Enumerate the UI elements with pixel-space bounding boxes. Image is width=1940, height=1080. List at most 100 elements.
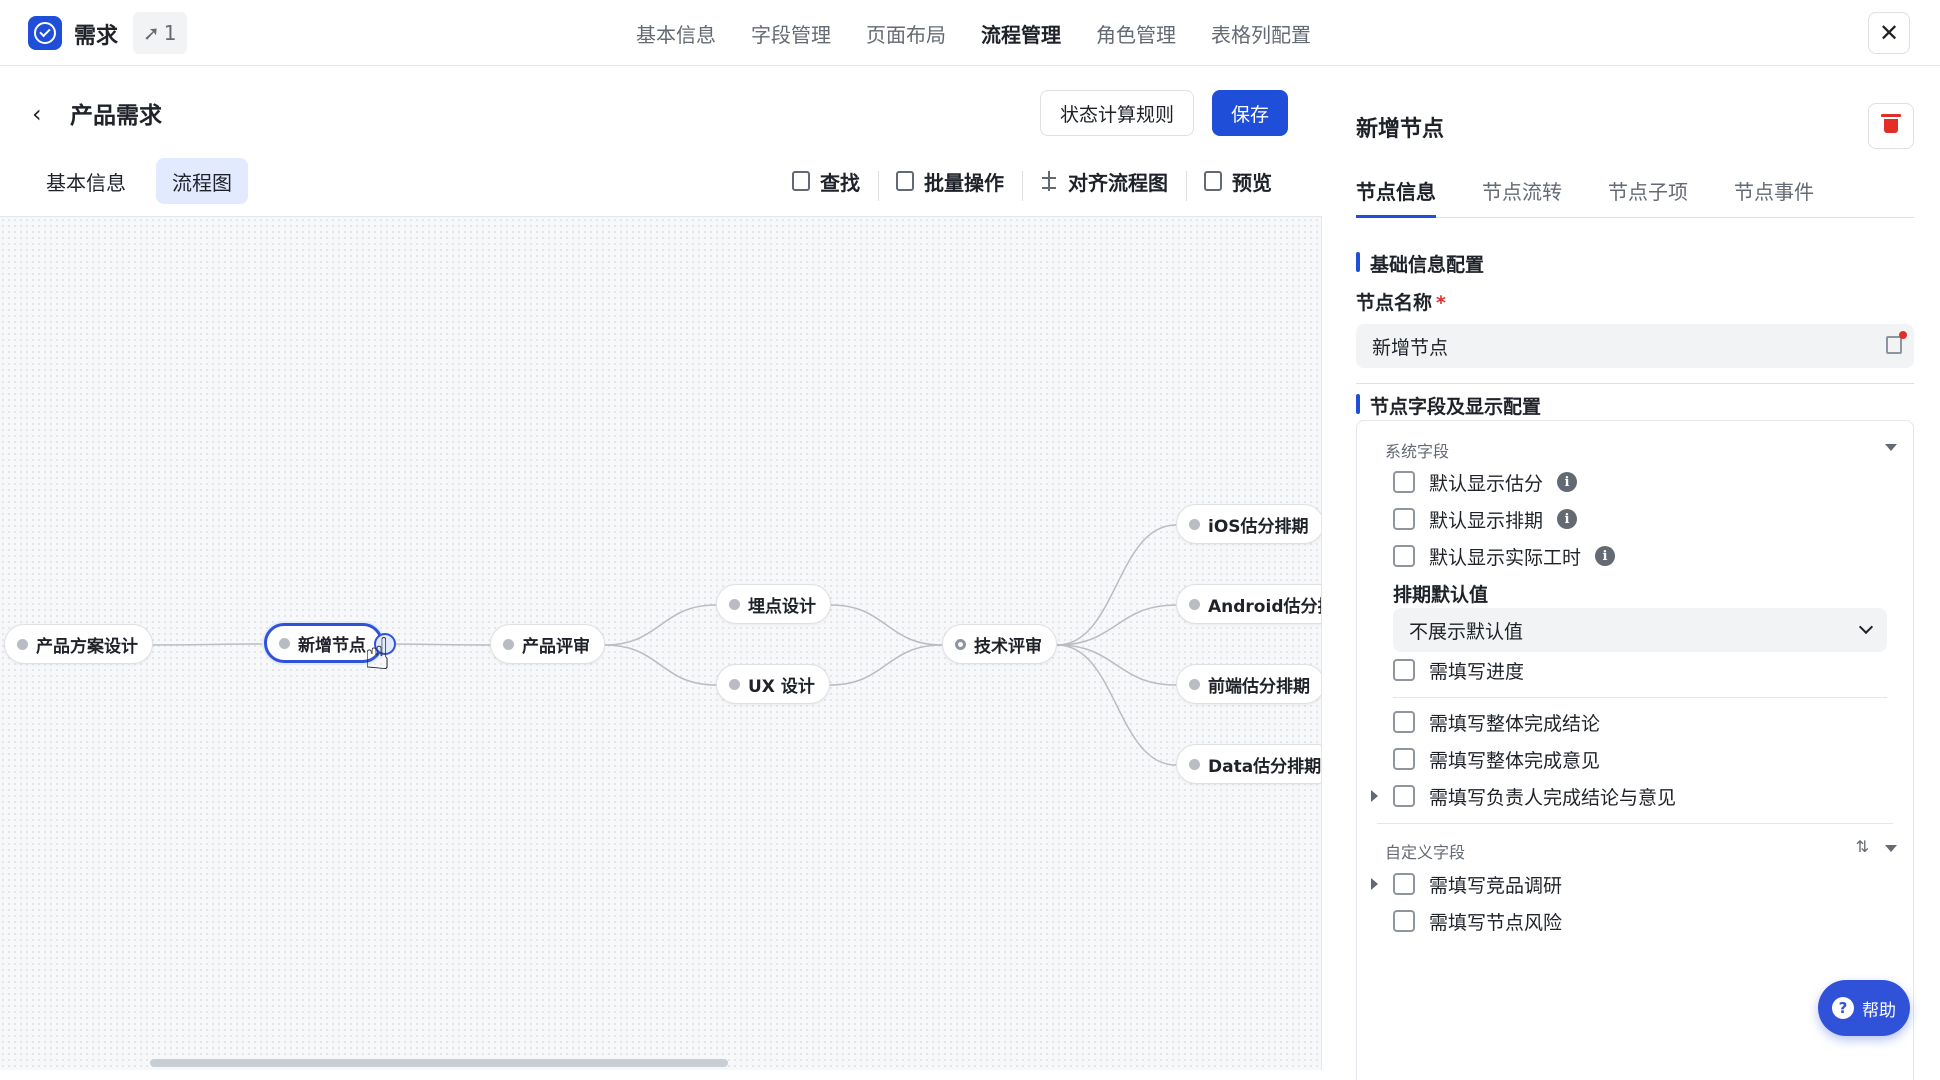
find-label: 查找 [820,170,860,195]
collapse-custom-fields-icon[interactable] [1885,845,1897,852]
top-nav-item-flow-management[interactable]: 流程管理 [981,19,1061,48]
flow-edge [830,604,943,646]
tab-node-subitems[interactable]: 节点子项 [1608,172,1688,218]
node-label: UX 设计 [748,676,815,697]
flow-node-ux-design[interactable]: UX 设计 [716,664,830,704]
status-rules-button[interactable]: 状态计算规则 [1040,90,1194,136]
tab-node-transition[interactable]: 节点流转 [1482,172,1562,218]
flow-node-tracking-design[interactable]: 埋点设计 [716,584,831,624]
checkbox-label: 需填写整体完成结论 [1429,712,1601,735]
top-nav-item-basic-info[interactable]: 基本信息 [636,19,716,48]
checkbox-row-show-actual-hours[interactable]: 默认显示实际工时 i [1393,542,1616,570]
fields-config-box: 系统字段 默认显示估分 i 默认显示排期 i 默认显示实际工时 i 排期默认值 … [1356,420,1914,1080]
tab-node-info[interactable]: 节点信息 [1356,172,1436,218]
node-label: 产品方案设计 [36,636,138,657]
checkbox[interactable] [1393,471,1415,493]
node-status-dot [1189,598,1200,610]
checkbox-label: 默认显示排期 [1429,509,1544,532]
top-nav-item-table-columns[interactable]: 表格列配置 [1211,19,1311,48]
page-title: 产品需求 [70,103,162,129]
checkbox-row-owner-conclusion[interactable]: 需填写负责人完成结论与意见 [1393,782,1676,810]
sort-icon[interactable]: ⇅ [1856,837,1869,856]
info-icon[interactable]: i [1595,546,1616,566]
node-status-dot [503,638,514,650]
canvas-horizontal-scrollbar[interactable] [150,1059,728,1067]
node-label: 新增节点 [298,635,366,656]
checkbox[interactable] [1393,873,1415,895]
preview-button[interactable]: 预览 [1186,167,1290,201]
tab-basic-info[interactable]: 基本信息 [30,158,142,204]
node-name-input[interactable]: 新增节点 [1356,324,1914,368]
flow-canvas[interactable]: 产品方案设计 新增节点 ☝ 产品评审 埋点设计 UX 设计 技术评审 iOS估分… [0,216,1322,1070]
back-icon[interactable]: ‹ [32,100,52,128]
help-icon: ? [1832,997,1854,1019]
info-icon[interactable]: i [1557,472,1578,492]
flow-toolbar: 查找 批量操作 对齐流程图 预览 [774,158,1290,204]
node-name-value: 新增节点 [1372,336,1449,359]
node-status-dot [1189,518,1200,530]
tab-node-events[interactable]: 节点事件 [1734,172,1814,218]
save-button[interactable]: 保存 [1212,90,1288,136]
checkbox[interactable] [1393,785,1415,807]
checkbox-row-competitor-research[interactable]: 需填写竞品调研 [1393,870,1562,898]
hand-cursor-icon: ☝ [364,629,391,680]
flow-edge [604,604,717,646]
checkbox-label: 需填写竞品调研 [1429,874,1563,897]
info-icon[interactable]: i [1557,509,1578,529]
flow-node-data-estimate[interactable]: Data估分排期 [1176,744,1322,784]
top-nav-item-field-management[interactable]: 字段管理 [751,19,831,48]
app-badge[interactable]: ➚ 1 [133,12,187,54]
flow-node-product-review[interactable]: 产品评审 [490,624,605,664]
flow-node-tech-review[interactable]: 技术评审 [942,624,1057,664]
schedule-default-value: 不展示默认值 [1409,620,1524,643]
schedule-default-select[interactable]: 不展示默认值 [1393,608,1887,652]
help-button[interactable]: ? 帮助 [1818,980,1910,1036]
batch-icon [896,171,914,191]
top-nav-item-page-layout[interactable]: 页面布局 [866,19,946,48]
checkbox-label: 默认显示实际工时 [1429,546,1582,569]
pin-icon: ➚ [143,21,160,45]
checkbox-row-overall-conclusion[interactable]: 需填写整体完成结论 [1393,708,1600,736]
expand-arrow-icon[interactable] [1371,790,1378,802]
collapse-system-fields-icon[interactable] [1885,444,1897,451]
batch-operation-button[interactable]: 批量操作 [878,167,1022,201]
node-label: iOS估分排期 [1208,516,1309,537]
close-button[interactable]: ✕ [1868,12,1910,54]
checkbox[interactable] [1393,545,1415,567]
node-label: Data估分排期 [1208,756,1322,777]
align-flow-button[interactable]: 对齐流程图 [1022,167,1186,201]
find-button[interactable]: 查找 [774,167,878,196]
top-nav-item-role-management[interactable]: 角色管理 [1096,19,1176,48]
delete-node-button[interactable] [1868,103,1914,149]
node-label: 技术评审 [974,636,1042,657]
flow-edges [152,524,1177,766]
flow-node-android-estimate[interactable]: Android估分排 [1176,584,1321,624]
checkbox-label: 需填写进度 [1429,660,1525,683]
app-title: 需求 [74,24,119,49]
align-label: 对齐流程图 [1068,170,1168,195]
checkbox[interactable] [1393,910,1415,932]
top-nav: 基本信息 字段管理 页面布局 流程管理 角色管理 表格列配置 [636,0,1311,66]
checkbox[interactable] [1393,711,1415,733]
checkbox-row-progress[interactable]: 需填写进度 [1393,656,1524,684]
app-logo-icon [28,16,62,50]
node-status-dot [17,638,28,650]
checkbox-row-overall-opinion[interactable]: 需填写整体完成意见 [1393,745,1600,773]
edit-icon[interactable] [1886,331,1907,354]
help-label: 帮助 [1862,1000,1896,1021]
schedule-default-label: 排期默认值 [1393,584,1489,606]
expand-arrow-icon[interactable] [1371,878,1378,890]
tab-flowchart[interactable]: 流程图 [156,158,248,204]
checkbox-label: 需填写整体完成意见 [1429,749,1601,772]
checkbox-row-show-schedule[interactable]: 默认显示排期 i [1393,505,1578,533]
flow-node-ios-estimate[interactable]: iOS估分排期 [1176,504,1321,544]
checkbox-row-node-risk[interactable]: 需填写节点风险 [1393,907,1562,935]
checkbox[interactable] [1393,508,1415,530]
node-label: 前端估分排期 [1208,676,1310,697]
flow-node-product-design[interactable]: 产品方案设计 [4,624,153,664]
checkbox[interactable] [1393,659,1415,681]
flow-node-frontend-estimate[interactable]: 前端估分排期 [1176,664,1321,704]
required-mark: * [1436,292,1446,314]
checkbox-row-show-estimate[interactable]: 默认显示估分 i [1393,468,1578,496]
checkbox[interactable] [1393,748,1415,770]
